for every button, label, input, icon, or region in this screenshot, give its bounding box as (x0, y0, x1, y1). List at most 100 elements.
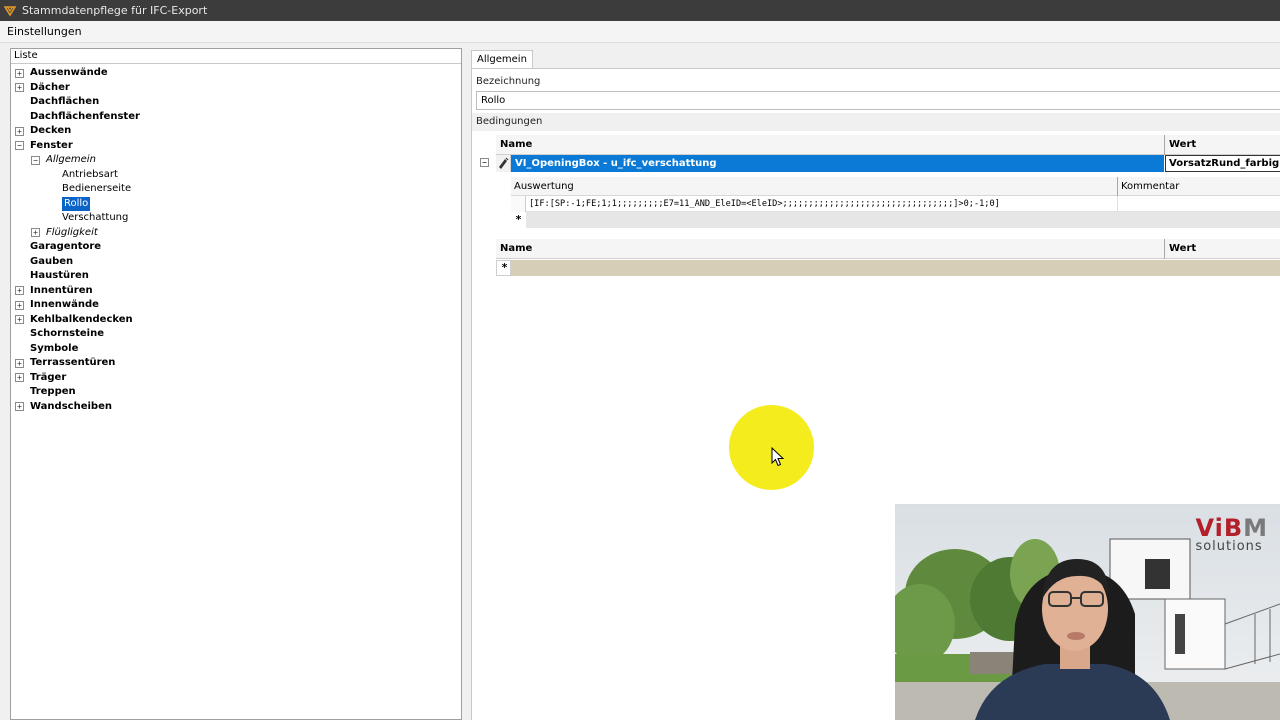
webcam-overlay: ViBM solutions (895, 504, 1280, 720)
expand-icon[interactable]: + (15, 373, 24, 383)
tree-item-label: Rollo (62, 196, 91, 211)
tree-item[interactable]: Garagentore (11, 240, 461, 255)
expand-icon[interactable]: + (31, 228, 40, 238)
tree-item-label: Kehlbalkendecken (30, 313, 133, 325)
menu-bar: Einstellungen (0, 21, 1280, 43)
tree-item-label: Allgemein (46, 154, 96, 165)
expand-icon[interactable]: + (15, 286, 24, 296)
column-header-name-2[interactable]: Name (496, 239, 1164, 259)
expand-icon[interactable]: + (15, 126, 24, 136)
tree-item-label: Decken (30, 125, 72, 136)
tree-item[interactable]: − Allgemein (11, 153, 461, 168)
column-header-wert[interactable]: Wert (1165, 135, 1280, 155)
tree-item[interactable]: Haustüren (11, 269, 461, 284)
tree-item[interactable]: Verschattung (11, 211, 461, 226)
tree-item-label: Fenster (30, 139, 73, 151)
tree-item-label: Verschattung (62, 212, 129, 223)
new-row-star-icon: * (511, 212, 526, 228)
bedingungen-band (472, 113, 1280, 131)
tree-item-label: Flügligkeit (46, 226, 98, 238)
tree-item-label: Dachflächen (30, 96, 100, 107)
row-name-cell[interactable]: VI_OpeningBox - u_ifc_verschattung (511, 155, 1164, 172)
grid2-header: Name Wert (496, 239, 1280, 259)
tree-item[interactable]: Symbole (11, 342, 461, 357)
expand-icon[interactable]: + (15, 68, 24, 78)
tree-item-label: Innentüren (30, 284, 93, 296)
tree-item[interactable]: + Innenwände (11, 298, 461, 313)
tree-item[interactable]: + Kehlbalkendecken (11, 313, 461, 328)
column-header-wert-2[interactable]: Wert (1165, 239, 1280, 259)
tree-item-label: Terrassentüren (30, 357, 116, 368)
table-row[interactable]: VI_OpeningBox - u_ifc_verschattung Vorsa… (496, 155, 1280, 172)
tree-item-label: Bedienerseite (62, 183, 132, 194)
menu-item-einstellungen[interactable]: Einstellungen (7, 25, 82, 38)
tree-item[interactable]: + Flügligkeit (11, 226, 461, 241)
new-row-star-icon: * (501, 261, 508, 274)
tree-item[interactable]: + Träger (11, 371, 461, 386)
collapse-icon[interactable]: − (15, 141, 24, 151)
tree-item-label: Wandscheiben (30, 400, 112, 412)
pencil-icon (499, 157, 509, 169)
tree-item[interactable]: − Fenster (11, 139, 461, 154)
column-header-kommentar[interactable]: Kommentar (1118, 177, 1280, 196)
sub-grid-header: Auswertung Kommentar (511, 177, 1280, 196)
tree-item-label: Treppen (30, 386, 76, 397)
vibim-logo: ViBM solutions (1195, 516, 1268, 554)
bedingungen-label: Bedingungen (476, 116, 543, 127)
tree-item-label: Garagentore (30, 241, 102, 252)
expand-icon[interactable]: + (15, 300, 24, 310)
logo-text-a: ViB (1195, 514, 1244, 542)
tree-item[interactable]: + Innentüren (11, 284, 461, 299)
tree-item[interactable]: Treppen (11, 385, 461, 400)
tree-item[interactable]: Dachflächenfenster (11, 110, 461, 125)
column-header-name[interactable]: Name (496, 135, 1164, 155)
tree-item-label: Dachflächenfenster (30, 110, 140, 122)
tree-item[interactable]: Dachflächen (11, 95, 461, 110)
cell-separator (1117, 196, 1118, 212)
app-icon (4, 5, 16, 17)
auswertung-cell[interactable]: [IF:[SP:-1;FE;1;1;;;;;;;;;E7=11_AND_EleI… (526, 196, 1280, 212)
new-row[interactable]: * (496, 260, 1280, 276)
row-wert-cell[interactable]: VorsatzRund_farbig (1165, 155, 1280, 172)
bezeichnung-field[interactable]: Rollo (476, 91, 1280, 110)
expand-icon[interactable]: + (15, 315, 24, 325)
tree-item-label: Schornsteine (30, 328, 105, 339)
bezeichnung-label: Bezeichnung (476, 76, 541, 87)
tree-item-label: Dächer (30, 81, 70, 93)
tree-item[interactable]: + Aussenwände (11, 66, 461, 81)
expand-icon[interactable]: + (15, 358, 24, 368)
list-panel: Liste + Aussenwände + Dächer Dachflächen Dach… (10, 48, 462, 720)
row-collapse-icon[interactable]: − (480, 158, 489, 167)
tree-item-label: Aussenwände (30, 67, 108, 78)
window-title: Stammdatenpflege für IFC-Export (22, 4, 208, 17)
tree-item[interactable]: Rollo (11, 196, 461, 211)
list-header: Liste (11, 49, 461, 64)
collapse-icon[interactable]: − (31, 155, 40, 165)
tree-item[interactable]: Bedienerseite (11, 182, 461, 197)
tree-item-label: Träger (30, 371, 67, 383)
tree-item[interactable]: Antriebsart (11, 168, 461, 183)
tree-item-label: Innenwände (30, 299, 99, 310)
tree-item[interactable]: + Dächer (11, 81, 461, 96)
category-tree: + Aussenwände + Dächer Dachflächen Dachfläche… (11, 64, 461, 414)
grid-header: Name Wert (496, 135, 1280, 155)
expand-icon[interactable]: + (15, 83, 24, 93)
row-edit-indicator (496, 155, 511, 172)
column-header-auswertung[interactable]: Auswertung (511, 177, 1116, 196)
sub-new-row[interactable]: * (511, 212, 1280, 228)
expand-icon[interactable]: + (15, 402, 24, 412)
tree-item[interactable]: + Wandscheiben (11, 400, 461, 415)
tree-item[interactable]: + Terrassentüren (11, 356, 461, 371)
tab-allgemein[interactable]: Allgemein (471, 50, 533, 69)
logo-subtext: solutions (1195, 539, 1263, 554)
tree-item[interactable]: + Decken (11, 124, 461, 139)
new-row-indicator: * (496, 260, 511, 276)
conditions-grid: Name Wert − VI_OpeningBox - u_ifc_versch… (476, 135, 1280, 303)
tree-item[interactable]: Gauben (11, 255, 461, 270)
mouse-cursor-icon (771, 447, 785, 467)
tree-item-label: Antriebsart (62, 168, 118, 180)
logo-text-b: M (1243, 514, 1268, 542)
tree-item[interactable]: Schornsteine (11, 327, 461, 342)
tree-item-label: Symbole (30, 342, 79, 354)
tree-item-label: Gauben (30, 255, 74, 267)
